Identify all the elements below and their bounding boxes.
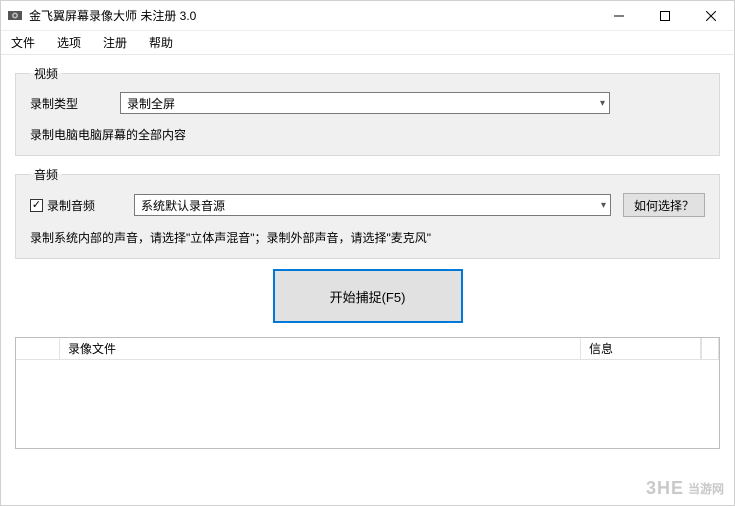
- audio-source-value: 系统默认录音源: [141, 197, 225, 214]
- audio-source-select[interactable]: 系统默认录音源 ▾: [134, 194, 611, 216]
- menu-bar: 文件 选项 注册 帮助: [1, 31, 734, 55]
- start-capture-button[interactable]: 开始捕捉(F5): [273, 269, 463, 323]
- watermark-brand: 3HE: [646, 478, 684, 499]
- title-bar: 金飞翼屏幕录像大师 未注册 3.0: [1, 1, 734, 31]
- list-header: 录像文件 信息: [16, 338, 719, 360]
- start-capture-label: 开始捕捉(F5): [330, 287, 406, 306]
- capture-button-wrap: 开始捕捉(F5): [15, 269, 720, 323]
- list-body: [16, 360, 719, 448]
- window-controls: [596, 1, 734, 31]
- record-audio-label: 录制音频: [47, 197, 95, 214]
- watermark-site: 当游网: [688, 480, 724, 497]
- video-legend: 视频: [30, 65, 62, 82]
- client-area: 视频 录制类型 录制全屏 ▾ 录制电脑电脑屏幕的全部内容 音频 ✓ 录制音频 系…: [1, 55, 734, 323]
- checkbox-icon: ✓: [30, 199, 43, 212]
- menu-register[interactable]: 注册: [99, 32, 131, 53]
- record-audio-checkbox[interactable]: ✓ 录制音频: [30, 197, 122, 214]
- menu-options[interactable]: 选项: [53, 32, 85, 53]
- video-desc: 录制电脑电脑屏幕的全部内容: [30, 122, 705, 143]
- audio-group: 音频 ✓ 录制音频 系统默认录音源 ▾ 如何选择？ 录制系统内部的声音，请选择"…: [15, 166, 720, 259]
- menu-help[interactable]: 帮助: [145, 32, 177, 53]
- list-col-file[interactable]: 录像文件: [60, 338, 581, 359]
- chevron-down-icon: ▾: [600, 98, 605, 109]
- record-type-value: 录制全屏: [127, 95, 175, 112]
- chevron-down-icon: ▾: [601, 200, 606, 211]
- list-col-blank[interactable]: [16, 338, 60, 359]
- minimize-button[interactable]: [596, 1, 642, 31]
- video-group: 视频 录制类型 录制全屏 ▾ 录制电脑电脑屏幕的全部内容: [15, 65, 720, 156]
- list-col-scroll[interactable]: [701, 338, 719, 359]
- watermark: 3HE 当游网: [646, 478, 724, 499]
- record-type-select[interactable]: 录制全屏 ▾: [120, 92, 610, 114]
- close-button[interactable]: [688, 1, 734, 31]
- maximize-button[interactable]: [642, 1, 688, 31]
- audio-legend: 音频: [30, 166, 62, 183]
- audio-desc: 录制系统内部的声音，请选择"立体声混音"；录制外部声音，请选择"麦克风": [30, 225, 705, 246]
- how-to-choose-button[interactable]: 如何选择？: [623, 193, 705, 217]
- recordings-list[interactable]: 录像文件 信息: [15, 337, 720, 449]
- record-type-label: 录制类型: [30, 95, 108, 112]
- list-col-info[interactable]: 信息: [581, 338, 701, 359]
- app-icon: [7, 8, 23, 24]
- window-title: 金飞翼屏幕录像大师 未注册 3.0: [29, 7, 196, 24]
- how-to-choose-label: 如何选择？: [634, 197, 694, 214]
- menu-file[interactable]: 文件: [7, 32, 39, 53]
